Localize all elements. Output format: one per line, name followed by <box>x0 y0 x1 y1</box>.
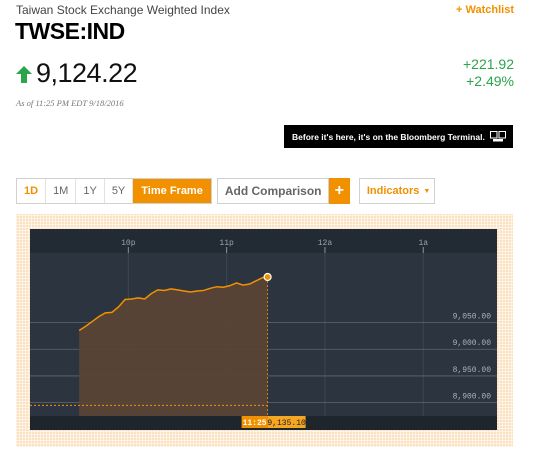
y-tick-label: 9,000.00 <box>453 339 492 348</box>
x-tick-label: 11p <box>219 239 234 248</box>
cursor-time-label: 11:25 <box>243 419 267 428</box>
cursor-value-label: 9,135.10 <box>267 419 306 428</box>
change-percent: +2.49% <box>466 73 514 89</box>
terminal-icon <box>490 131 506 142</box>
y-tick-label: 9,050.00 <box>453 313 492 322</box>
indicators-dropdown[interactable]: Indicators ▼ <box>358 178 435 204</box>
add-comparison-plus-button[interactable]: + <box>328 178 350 204</box>
watchlist-button[interactable]: + Watchlist <box>456 4 514 16</box>
x-tick-label: 10p <box>121 239 136 248</box>
x-tick-label: 1a <box>418 239 428 248</box>
timeframe-5y-button[interactable]: 5Y <box>105 179 134 203</box>
ticker-symbol: TWSE:IND <box>15 18 125 44</box>
x-tick-label: 12a <box>318 239 333 248</box>
as-of-timestamp: As of 11:25 PM EDT 9/18/2016 <box>16 98 124 108</box>
timeframe-1m-button[interactable]: 1M <box>46 179 77 203</box>
price-value: 9,124.22 <box>36 58 138 88</box>
timeframe-1y-button[interactable]: 1Y <box>76 179 105 203</box>
timeframe-1d-button[interactable]: 1D <box>17 179 47 203</box>
time-frame-button[interactable]: Time Frame <box>133 179 211 203</box>
change-absolute: +221.92 <box>463 56 514 72</box>
y-tick-label: 8,900.00 <box>453 393 492 402</box>
indicators-label: Indicators <box>366 185 420 197</box>
add-comparison-input[interactable]: Add Comparison <box>216 178 329 204</box>
chevron-down-icon: ▼ <box>423 187 431 195</box>
timeframe-group: 1D 1M 1Y 5Y Time Frame <box>16 178 212 204</box>
chart-toolbar: 1D 1M 1Y 5Y Time Frame Add Comparison + … <box>16 178 435 204</box>
index-name: Taiwan Stock Exchange Weighted Index <box>16 3 230 17</box>
bloomberg-terminal-promo[interactable]: Before it's here, it's on the Bloomberg … <box>284 125 513 148</box>
current-value-marker <box>263 272 272 282</box>
arrow-up-icon <box>16 66 32 83</box>
y-tick-label: 8,950.00 <box>453 366 492 375</box>
promo-text: Before it's here, it's on the Bloomberg … <box>292 131 485 142</box>
price-chart[interactable]: 10p 11p 12a 1a 9,050.00 9,000.00 8,950.00 8,900… <box>30 229 497 430</box>
